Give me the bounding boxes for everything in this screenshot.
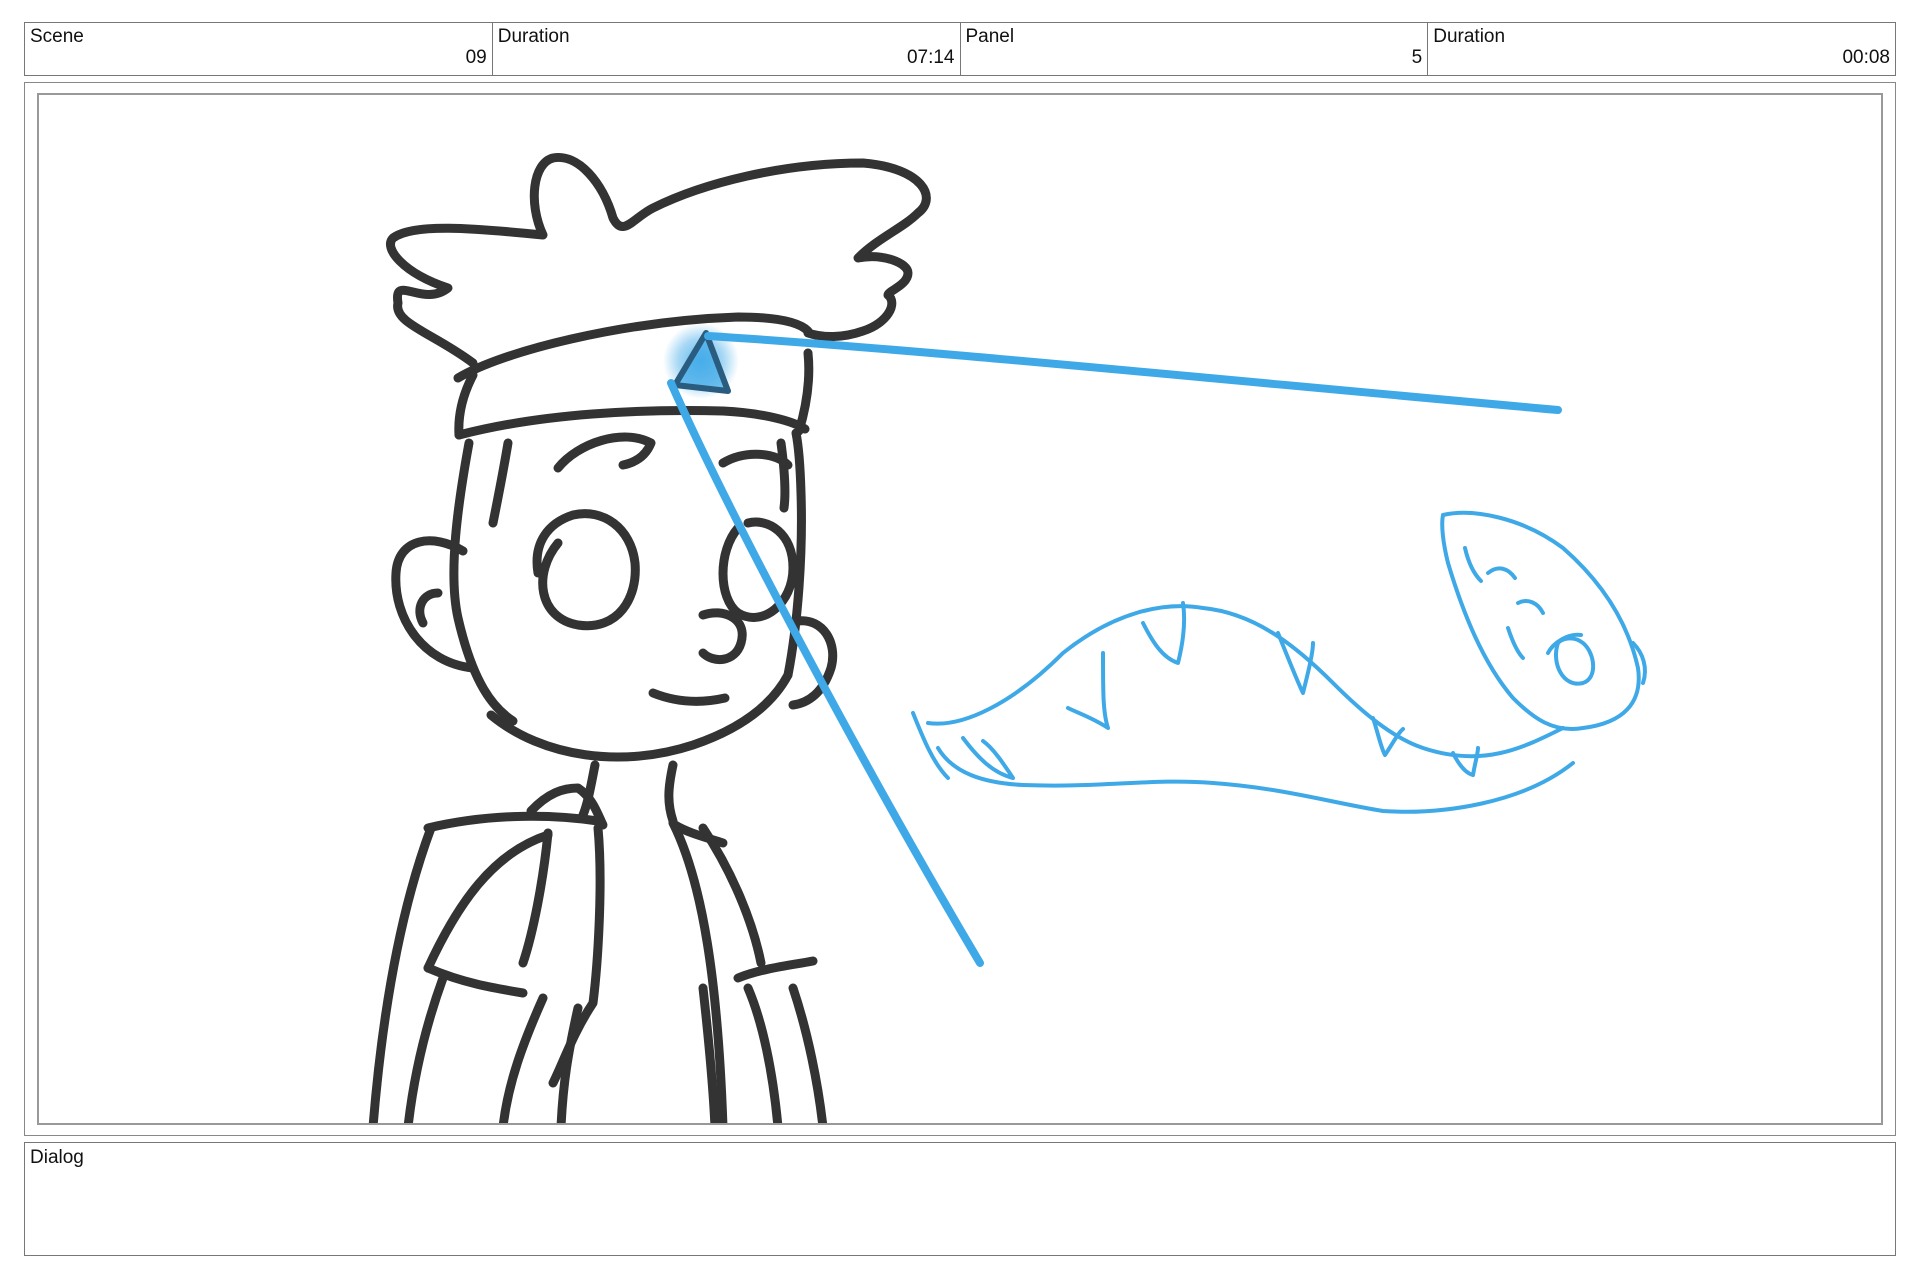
eel-creature-sketch	[911, 510, 1647, 814]
panel-label: Panel	[965, 26, 1015, 47]
sight-line-horizontal	[704, 332, 1562, 414]
hat-band-bottom	[454, 406, 810, 440]
panel-duration-field[interactable]: Duration 00:08	[1428, 23, 1895, 75]
scene-field[interactable]: Scene 09	[25, 23, 493, 75]
eel-eye	[1554, 636, 1596, 686]
panel-drawing	[368, 152, 1647, 1123]
jaw	[486, 670, 793, 762]
left-eyebrow	[553, 432, 656, 473]
right-eyebrow	[718, 449, 793, 470]
panel-value: 5	[1411, 47, 1423, 68]
nose	[698, 608, 747, 664]
scene-duration-label: Duration	[497, 26, 570, 47]
panel-duration-value: 00:08	[1842, 47, 1890, 68]
scene-duration-field[interactable]: Duration 07:14	[493, 23, 961, 75]
dialog-box[interactable]: Dialog	[24, 1142, 1896, 1256]
eel-head	[1440, 510, 1641, 731]
left-shoulder	[423, 811, 603, 833]
panel-field[interactable]: Panel 5	[961, 23, 1429, 75]
panel-duration-label: Duration	[1433, 26, 1506, 47]
character-drawing	[368, 152, 931, 1123]
storyboard-header: Scene 09 Duration 07:14 Panel 5 Duration…	[24, 22, 1896, 76]
backpack-strap	[518, 828, 553, 968]
left-eye	[532, 509, 640, 631]
left-ear	[391, 536, 478, 673]
scene-duration-value: 07:14	[906, 47, 955, 68]
panel-canvas[interactable]	[37, 93, 1883, 1125]
scene-value: 09	[465, 47, 487, 68]
hat-band	[453, 312, 813, 383]
storyboard-panel-frame	[24, 82, 1896, 1136]
eel-upper-body	[926, 604, 1565, 759]
scene-label: Scene	[30, 26, 84, 47]
dialog-label: Dialog	[30, 1147, 84, 1168]
hat-crown	[386, 152, 931, 368]
mouth	[648, 688, 730, 706]
